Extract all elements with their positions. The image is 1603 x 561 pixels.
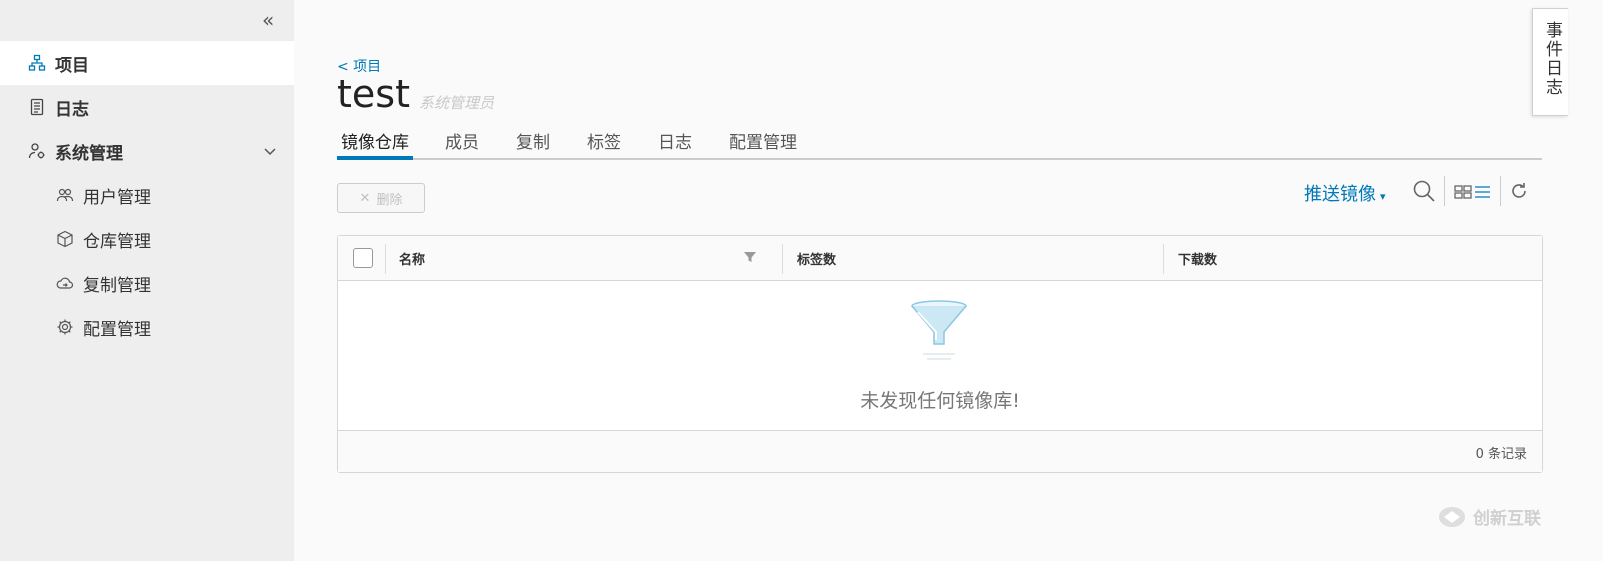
users-icon <box>56 188 74 202</box>
push-image-button[interactable]: 推送镜像 ▾ <box>1304 180 1386 206</box>
column-divider <box>385 244 386 274</box>
filter-icon[interactable] <box>743 250 757 264</box>
sidebar-item-label: 项目 <box>55 55 89 76</box>
sidebar-item-projects[interactable]: 项目 <box>0 41 294 85</box>
search-icon[interactable] <box>1412 179 1436 203</box>
sidebar-item-label: 系统管理 <box>55 143 123 164</box>
sidebar-item-label: 复制管理 <box>83 275 151 296</box>
tab-replication[interactable]: 复制 <box>516 128 550 153</box>
sidebar-item-user-management[interactable]: 用户管理 <box>0 173 294 217</box>
sidebar-item-logs[interactable]: 日志 <box>0 85 294 129</box>
sidebar-item-label: 配置管理 <box>83 319 151 340</box>
column-divider <box>782 244 783 274</box>
sidebar-item-label: 日志 <box>55 99 89 120</box>
tab-repositories[interactable]: 镜像仓库 <box>341 128 409 153</box>
close-icon: ✕ <box>359 190 371 206</box>
tab-configuration[interactable]: 配置管理 <box>729 128 797 153</box>
sidebar-item-label: 仓库管理 <box>83 231 151 252</box>
role-label: 系统管理员 <box>419 94 495 112</box>
sidebar-item-configuration[interactable]: 配置管理 <box>0 305 294 349</box>
log-document-icon <box>30 98 44 116</box>
select-all-checkbox[interactable] <box>353 248 373 268</box>
event-log-tab[interactable]: 事件日志 <box>1532 8 1568 116</box>
cloud-sync-icon <box>56 277 74 289</box>
watermark-text: 创新互联 <box>1473 509 1541 529</box>
push-image-label: 推送镜像 <box>1304 184 1376 205</box>
empty-state-message: 未发现任何镜像库! <box>860 390 1020 412</box>
refresh-icon[interactable] <box>1509 181 1529 201</box>
tab-logs[interactable]: 日志 <box>658 128 692 153</box>
toolbar-divider <box>1500 176 1501 206</box>
delete-button[interactable]: ✕ 删除 <box>337 183 425 213</box>
sidebar-item-admin[interactable]: 系统管理 <box>0 129 294 173</box>
toolbar-divider <box>1444 176 1445 206</box>
table-header: 名称 标签数 下载数 <box>338 236 1542 281</box>
tab-members[interactable]: 成员 <box>445 128 479 153</box>
collapse-sidebar-icon[interactable]: « <box>262 8 274 32</box>
project-tree-icon <box>28 54 46 71</box>
sidebar-item-label: 用户管理 <box>83 187 151 208</box>
tab-labels[interactable]: 标签 <box>587 128 621 153</box>
table-footer: 0 条记录 <box>338 430 1542 472</box>
page-title: test <box>337 72 410 116</box>
cube-icon <box>57 230 73 248</box>
delete-label: 删除 <box>376 192 403 208</box>
chevron-down-icon: ▾ <box>1380 190 1386 203</box>
sidebar-item-replication-management[interactable]: 复制管理 <box>0 261 294 305</box>
sidebar-item-registry-management[interactable]: 仓库管理 <box>0 217 294 261</box>
watermark: 创新互联 <box>1437 504 1541 529</box>
chevron-down-icon[interactable] <box>262 143 278 159</box>
view-toggle-icon[interactable] <box>1454 184 1492 200</box>
tab-bar: 镜像仓库 成员 复制 标签 日志 配置管理 <box>337 124 1542 160</box>
admin-users-gear-icon <box>28 143 45 159</box>
repository-table: 名称 标签数 下载数 未发现任何镜像库! 0 条记录 <box>337 235 1543 473</box>
empty-filter-funnel-icon <box>911 300 967 360</box>
column-header-pulls[interactable]: 下载数 <box>1178 249 1217 268</box>
gear-icon <box>57 319 73 335</box>
sidebar: « 项目 日志 系统管理 用户管理 仓库管理 复制管理 配置管理 <box>0 0 294 561</box>
column-header-name[interactable]: 名称 <box>399 249 425 268</box>
column-divider <box>1163 244 1164 274</box>
column-header-tags[interactable]: 标签数 <box>797 249 836 268</box>
watermark-logo-icon <box>1439 506 1465 527</box>
active-tab-indicator <box>337 156 413 160</box>
event-log-label: 事件日志 <box>1542 21 1562 97</box>
record-count: 0 条记录 <box>1475 447 1527 462</box>
